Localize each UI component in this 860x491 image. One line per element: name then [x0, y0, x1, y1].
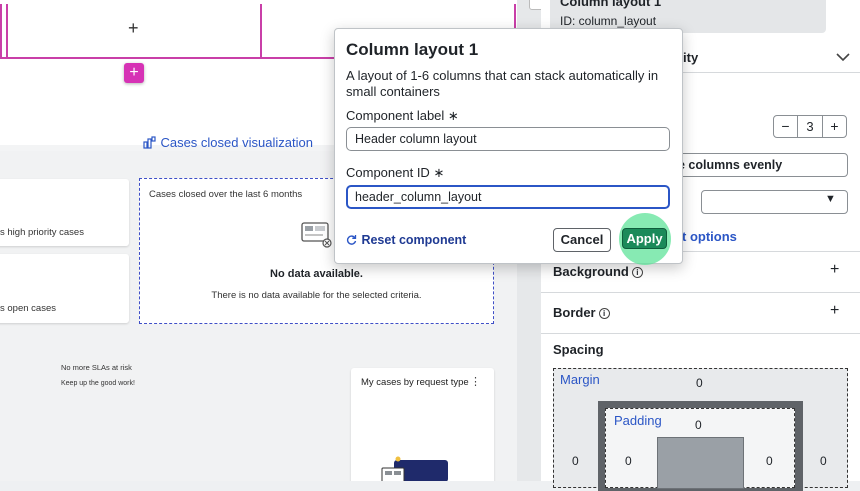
- padding-top-value[interactable]: 0: [695, 418, 702, 432]
- component-id-text: Component ID: [346, 165, 430, 180]
- padding-label: Padding: [614, 413, 662, 428]
- content-box: [657, 437, 744, 489]
- panel-header-id: ID: column_layout: [560, 14, 657, 28]
- no-data-title: No data available.: [270, 268, 363, 280]
- sla-title: No more SLAs at risk: [61, 363, 132, 372]
- sla-subtitle: Keep up the good work!: [61, 380, 135, 387]
- border-label-text: Border: [553, 305, 596, 320]
- padding-right-value[interactable]: 0: [766, 454, 773, 468]
- cases-closed-visualization-link[interactable]: Cases closed visualization: [143, 134, 313, 152]
- high-priority-label: s high priority cases: [0, 227, 84, 238]
- illustration-icon: [381, 456, 448, 481]
- border-label: Border i: [553, 305, 610, 320]
- stepper-minus-button[interactable]: −: [774, 116, 798, 137]
- info-icon[interactable]: i: [598, 308, 610, 320]
- request-type-card[interactable]: My cases by request type ⋮: [351, 368, 494, 481]
- popover-title: Column layout 1: [346, 40, 479, 59]
- background-label: Background i: [553, 264, 643, 279]
- request-type-title: My cases by request type: [361, 377, 469, 388]
- component-id-input[interactable]: header_column_layout: [346, 185, 670, 209]
- chart-card-title: Cases closed over the last 6 months: [149, 189, 303, 200]
- distribute-columns-label: e columns evenly: [678, 158, 783, 172]
- chart-icon: [143, 136, 156, 149]
- partial-accessibility-label: ity: [683, 50, 699, 65]
- kebab-icon[interactable]: ⋮: [470, 375, 481, 388]
- margin-right-value[interactable]: 0: [820, 454, 827, 468]
- reset-icon: [346, 235, 357, 245]
- stepper-plus-button[interactable]: +: [822, 116, 846, 137]
- spacing-label: Spacing: [553, 342, 604, 357]
- border-section[interactable]: Border i +: [541, 292, 860, 332]
- info-icon[interactable]: i: [631, 267, 643, 279]
- component-label-input[interactable]: Header column layout: [346, 127, 670, 151]
- column-cell-1[interactable]: +: [6, 4, 262, 57]
- high-priority-card[interactable]: s high priority cases: [0, 179, 129, 246]
- reset-component-button[interactable]: Reset component: [346, 231, 466, 249]
- margin-left-value[interactable]: 0: [572, 454, 579, 468]
- margin-top-value[interactable]: 0: [696, 376, 703, 390]
- required-mark: ∗: [447, 108, 459, 123]
- panel-header-title: Column layout 1: [560, 0, 662, 9]
- margin-label: Margin: [560, 372, 600, 387]
- background-label-text: Background: [553, 264, 629, 279]
- stepper-value[interactable]: 3: [798, 116, 822, 137]
- chevron-down-icon[interactable]: [836, 53, 850, 62]
- component-id-label: Component ID ∗: [346, 165, 444, 181]
- reset-component-label: Reset component: [361, 233, 467, 247]
- component-label-text: Component label: [346, 108, 445, 123]
- open-cases-label: s open cases: [0, 303, 56, 314]
- viz-link-label: Cases closed visualization: [160, 135, 313, 150]
- plus-icon[interactable]: +: [128, 18, 139, 39]
- add-column-button[interactable]: +: [124, 63, 144, 83]
- cancel-button[interactable]: Cancel: [553, 228, 611, 252]
- apply-button[interactable]: Apply: [622, 228, 667, 249]
- plus-icon[interactable]: +: [830, 302, 839, 320]
- no-data-description: There is no data available for the selec…: [211, 290, 422, 301]
- distribute-columns-button[interactable]: e columns evenly: [660, 153, 848, 177]
- plus-icon[interactable]: +: [830, 261, 839, 279]
- more-options-link[interactable]: t options: [682, 229, 737, 244]
- open-cases-card[interactable]: s open cases: [0, 254, 129, 323]
- select-caret-icon: ▼: [825, 193, 836, 205]
- component-label-label: Component label ∗: [346, 108, 459, 124]
- popover-description: A layout of 1-6 columns that can stack a…: [346, 68, 659, 99]
- column-count-stepper[interactable]: − 3 +: [773, 115, 847, 138]
- alignment-select[interactable]: ▼: [701, 190, 848, 214]
- padding-left-value[interactable]: 0: [625, 454, 632, 468]
- required-mark: ∗: [433, 165, 445, 180]
- no-data-icon: [301, 222, 332, 248]
- padding-box: Padding 0 0 0: [605, 408, 795, 489]
